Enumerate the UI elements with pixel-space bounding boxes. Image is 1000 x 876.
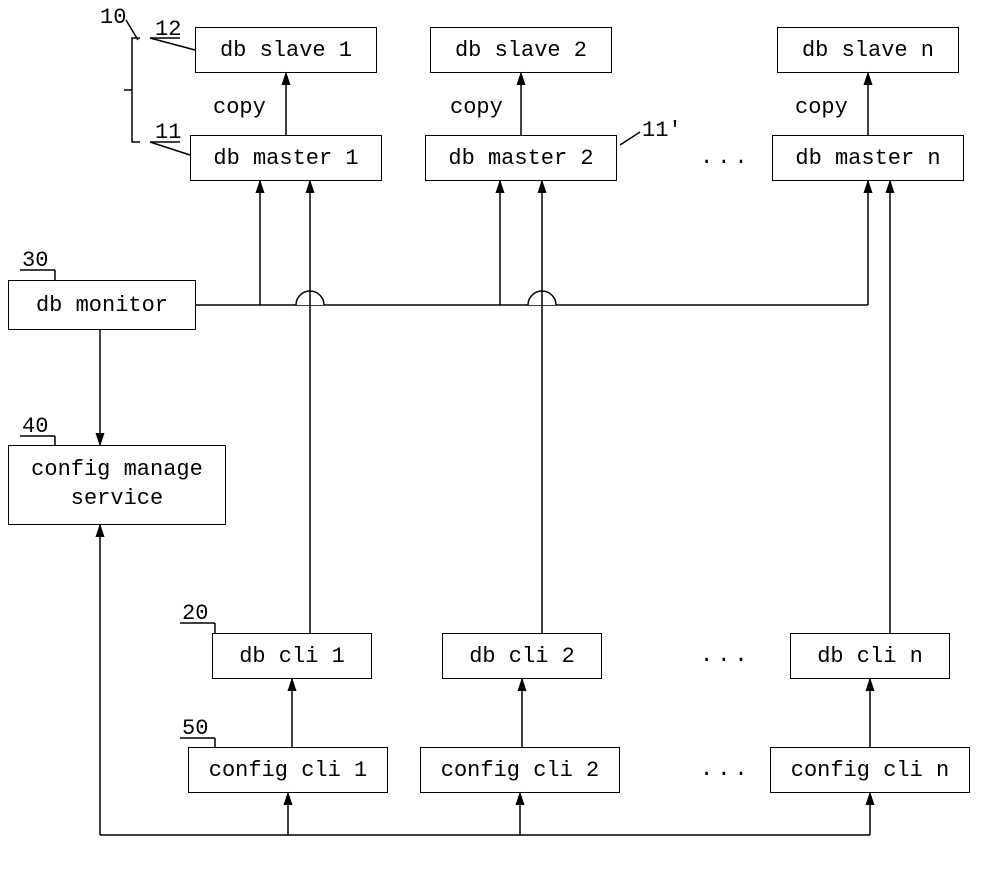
db-master-2: db master 2: [425, 135, 617, 181]
db-cli-n: db cli n: [790, 633, 950, 679]
dots-cli: ...: [700, 643, 752, 668]
config-manage-service: config manage service: [8, 445, 226, 525]
db-slave-2: db slave 2: [430, 27, 612, 73]
db-cli-2: db cli 2: [442, 633, 602, 679]
config-cli-2: config cli 2: [420, 747, 620, 793]
db-cli-1: db cli 1: [212, 633, 372, 679]
config-cli-1: config cli 1: [188, 747, 388, 793]
dots-cfgcli: ...: [700, 757, 752, 782]
db-slave-1: db slave 1: [195, 27, 377, 73]
ref-10: 10: [100, 5, 126, 30]
copy-label-n: copy: [795, 95, 848, 120]
ref-30: 30: [22, 248, 48, 273]
dots-masters: ...: [700, 145, 752, 170]
config-cli-n: config cli n: [770, 747, 970, 793]
ref-11p: 11': [642, 118, 682, 143]
ref-40: 40: [22, 414, 48, 439]
ref-50: 50: [182, 716, 208, 741]
db-master-1: db master 1: [190, 135, 382, 181]
db-monitor: db monitor: [8, 280, 196, 330]
copy-label-1: copy: [213, 95, 266, 120]
ref-12: 12: [155, 17, 181, 42]
db-master-n: db master n: [772, 135, 964, 181]
ref-20: 20: [182, 601, 208, 626]
ref-11: 11: [155, 120, 181, 145]
copy-label-2: copy: [450, 95, 503, 120]
db-slave-n: db slave n: [777, 27, 959, 73]
